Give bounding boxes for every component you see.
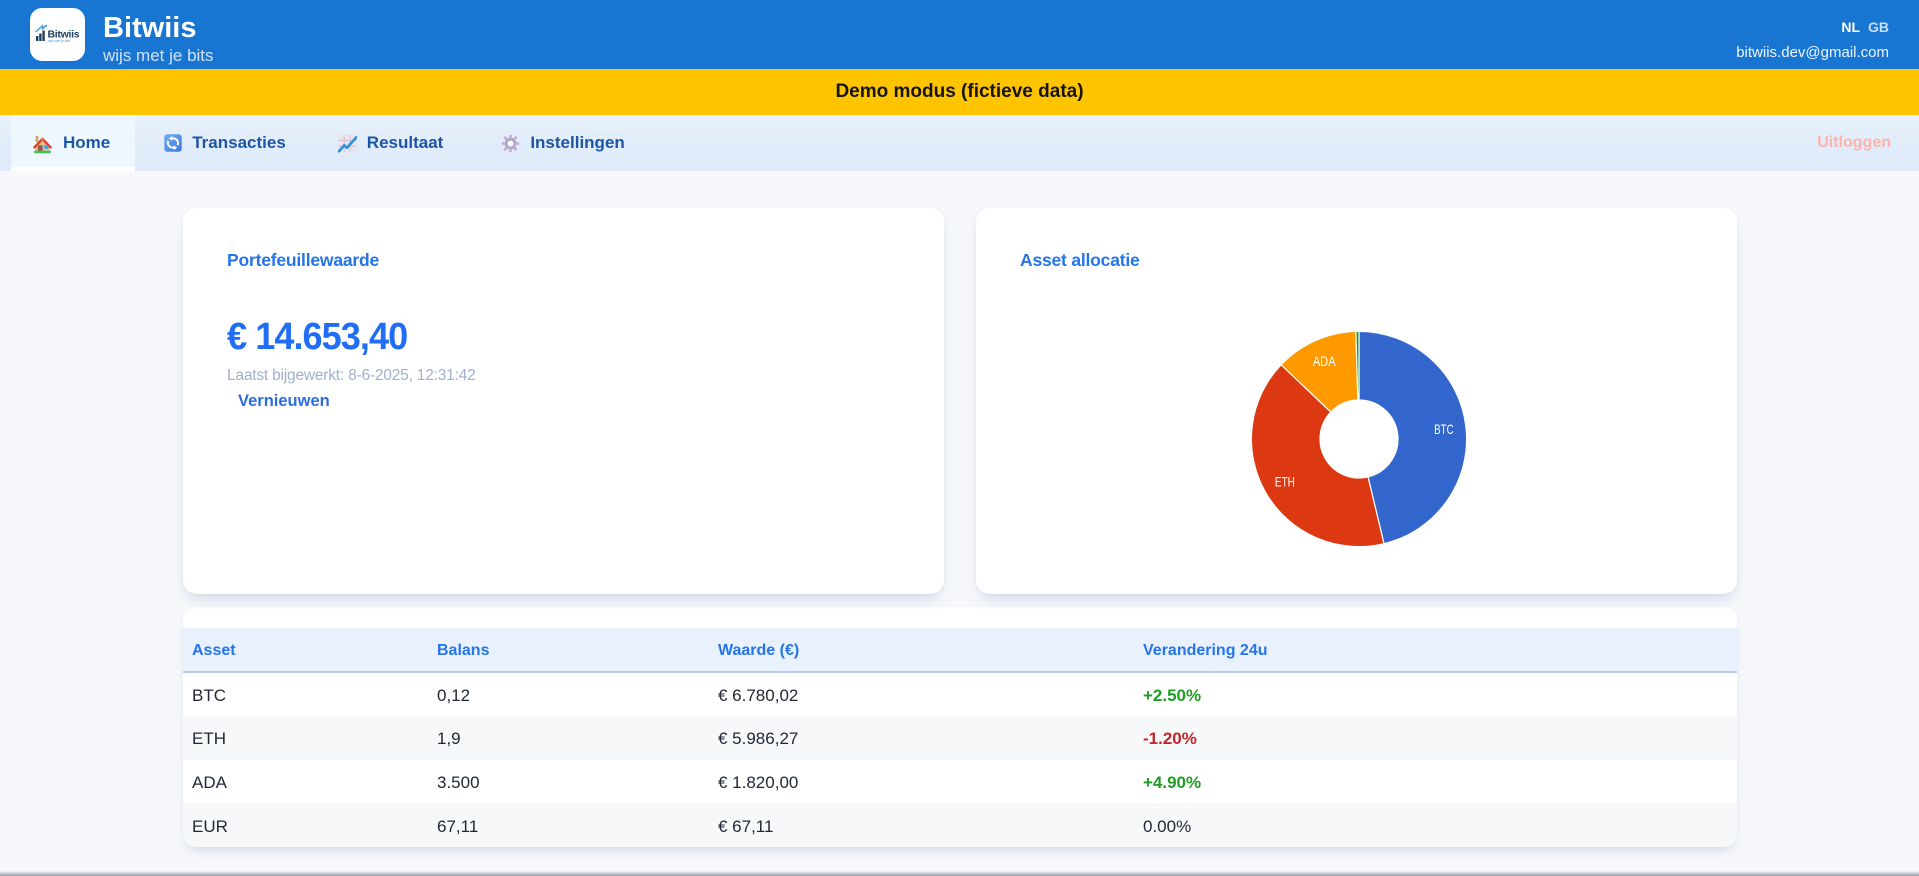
svg-text:wijs met je bits: wijs met je bits xyxy=(48,39,70,43)
svg-text:ADA: ADA xyxy=(1313,353,1337,369)
svg-text:ETH: ETH xyxy=(1275,474,1295,490)
svg-text:BTC: BTC xyxy=(1434,421,1454,437)
